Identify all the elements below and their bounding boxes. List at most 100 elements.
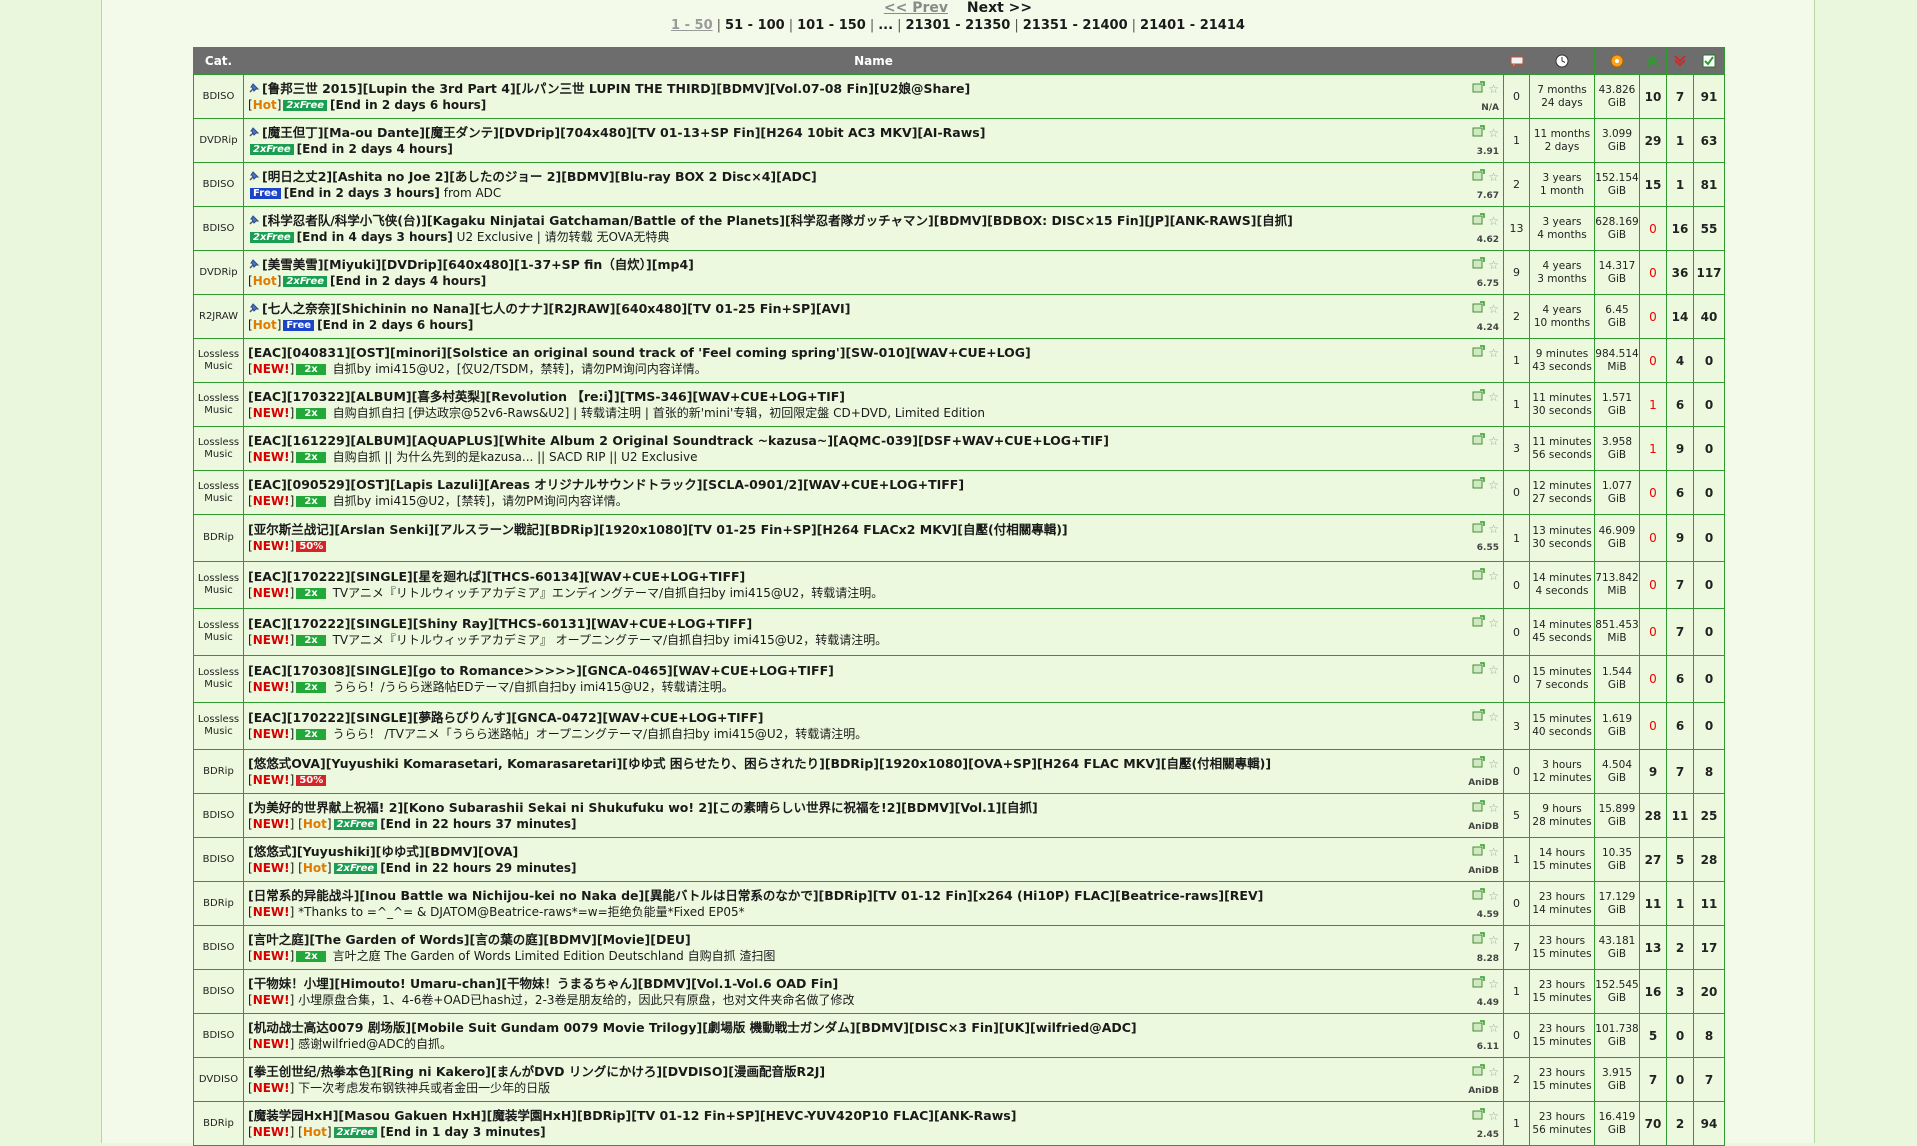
leechers-count[interactable]: 9 [1666, 514, 1694, 562]
comments-count[interactable]: 1 [1503, 1101, 1530, 1146]
torrent-title-link[interactable]: [鲁邦三世 2015][Lupin the 3rd Part 4][ルパン三世 … [262, 81, 970, 96]
category-label[interactable]: BDISO [193, 1013, 244, 1058]
comments-count[interactable]: 3 [1503, 426, 1530, 471]
seeders-count[interactable]: 1 [1639, 382, 1667, 427]
category-label[interactable]: Lossless Music [193, 655, 244, 703]
category-label[interactable]: DVDRip [193, 118, 244, 163]
page-link[interactable]: 101 - 150 [797, 18, 866, 33]
category-label[interactable]: BDISO [193, 162, 244, 207]
torrent-title-link[interactable]: [EAC][170222][SINGLE][夢路らびりんす][GNCA-0472… [248, 710, 763, 725]
torrent-title-link[interactable]: [EAC][170308][SINGLE][go to Romance>>>>>… [248, 663, 834, 678]
page-link[interactable]: 21351 - 21400 [1023, 18, 1128, 33]
seeders-count[interactable]: 70 [1639, 1101, 1667, 1146]
category-label[interactable]: R2JRAW [193, 294, 244, 339]
rating-score[interactable]: 4.62 [1463, 235, 1499, 245]
download-icon[interactable] [1472, 213, 1486, 227]
category-label[interactable]: BDRip [193, 514, 244, 562]
category-label[interactable]: Lossless Music [193, 338, 244, 383]
bookmark-star-icon[interactable]: ☆ [1488, 259, 1499, 271]
bookmark-star-icon[interactable]: ☆ [1488, 890, 1499, 902]
completed-count[interactable]: 0 [1693, 702, 1725, 750]
seeders-count[interactable]: 9 [1639, 749, 1667, 794]
rating-score[interactable]: AniDB [1463, 778, 1499, 788]
completed-count[interactable]: 0 [1693, 514, 1725, 562]
leechers-count[interactable]: 2 [1666, 1101, 1694, 1146]
seeders-count[interactable]: 0 [1639, 655, 1667, 703]
torrent-title-link[interactable]: [EAC][040831][OST][minori][Solstice an o… [248, 345, 1031, 360]
comments-count[interactable]: 0 [1503, 881, 1530, 926]
bookmark-star-icon[interactable]: ☆ [1488, 664, 1499, 676]
comments-count[interactable]: 0 [1503, 749, 1530, 794]
comments-count[interactable]: 2 [1503, 294, 1530, 339]
leechers-count[interactable]: 14 [1666, 294, 1694, 339]
comments-count[interactable]: 1 [1503, 382, 1530, 427]
rating-score[interactable]: 6.75 [1463, 279, 1499, 289]
completed-count[interactable]: 8 [1693, 1013, 1725, 1058]
comments-count[interactable]: 1 [1503, 118, 1530, 163]
completed-count[interactable]: 55 [1693, 206, 1725, 251]
comments-count[interactable]: 0 [1503, 655, 1530, 703]
torrent-title-link[interactable]: [美雪美雪][Miyuki][DVDrip][640x480][1-37+SP … [262, 257, 694, 272]
bookmark-star-icon[interactable]: ☆ [1488, 711, 1499, 723]
bookmark-star-icon[interactable]: ☆ [1488, 758, 1499, 770]
seeders-count[interactable]: 0 [1639, 250, 1667, 295]
category-label[interactable]: Lossless Music [193, 608, 244, 656]
download-icon[interactable] [1472, 521, 1486, 535]
torrent-title-link[interactable]: [日常系的异能战斗][Inou Battle wa Nichijou-kei n… [248, 888, 1263, 903]
category-label[interactable]: BDRip [193, 881, 244, 926]
seeders-count[interactable]: 29 [1639, 118, 1667, 163]
leechers-count[interactable]: 6 [1666, 470, 1694, 515]
category-label[interactable]: BDISO [193, 206, 244, 251]
torrent-title-link[interactable]: [言叶之庭][The Garden of Words][言の葉の庭][BDMV]… [248, 932, 691, 947]
rating-score[interactable]: 6.11 [1463, 1042, 1499, 1052]
leechers-count[interactable]: 36 [1666, 250, 1694, 295]
download-icon[interactable] [1472, 345, 1486, 359]
bookmark-star-icon[interactable]: ☆ [1488, 347, 1499, 359]
completed-count[interactable]: 20 [1693, 969, 1725, 1014]
col-time[interactable] [1529, 47, 1595, 75]
download-icon[interactable] [1472, 389, 1486, 403]
seeders-count[interactable]: 13 [1639, 925, 1667, 970]
leechers-count[interactable]: 6 [1666, 382, 1694, 427]
completed-count[interactable]: 8 [1693, 749, 1725, 794]
comments-count[interactable]: 0 [1503, 608, 1530, 656]
leechers-count[interactable]: 16 [1666, 206, 1694, 251]
completed-count[interactable]: 7 [1693, 1057, 1725, 1102]
completed-count[interactable]: 0 [1693, 338, 1725, 383]
bookmark-star-icon[interactable]: ☆ [1488, 303, 1499, 315]
bookmark-star-icon[interactable]: ☆ [1488, 1066, 1499, 1078]
torrent-title-link[interactable]: [拳王创世纪/热拳本色][Ring ni Kakero][まんがDVD リングに… [248, 1064, 825, 1079]
comments-count[interactable]: 3 [1503, 702, 1530, 750]
page-link[interactable]: 21401 - 21414 [1140, 18, 1245, 33]
leechers-count[interactable]: 1 [1666, 118, 1694, 163]
download-icon[interactable] [1472, 81, 1486, 95]
leechers-count[interactable]: 7 [1666, 749, 1694, 794]
rating-score[interactable]: AniDB [1463, 822, 1499, 832]
page-link[interactable]: 21301 - 21350 [905, 18, 1010, 33]
torrent-title-link[interactable]: [EAC][090529][OST][Lapis Lazuli][Areas オ… [248, 477, 964, 492]
seeders-count[interactable]: 7 [1639, 1057, 1667, 1102]
download-icon[interactable] [1472, 1108, 1486, 1122]
comments-count[interactable]: 13 [1503, 206, 1530, 251]
bookmark-star-icon[interactable]: ☆ [1488, 171, 1499, 183]
comments-count[interactable]: 2 [1503, 162, 1530, 207]
bookmark-star-icon[interactable]: ☆ [1488, 978, 1499, 990]
torrent-title-link[interactable]: [EAC][170222][SINGLE][Shiny Ray][THCS-60… [248, 616, 752, 631]
seeders-count[interactable]: 15 [1639, 162, 1667, 207]
bookmark-star-icon[interactable]: ☆ [1488, 617, 1499, 629]
seeders-count[interactable]: 0 [1639, 561, 1667, 609]
torrent-title-link[interactable]: [亚尔斯兰战记][Arslan Senki][アルスラーン戦記][BDRip][… [248, 522, 1068, 537]
leechers-count[interactable]: 7 [1666, 74, 1694, 119]
category-label[interactable]: Lossless Music [193, 426, 244, 471]
category-label[interactable]: BDISO [193, 925, 244, 970]
comments-count[interactable]: 1 [1503, 969, 1530, 1014]
leechers-count[interactable]: 11 [1666, 793, 1694, 838]
leechers-count[interactable]: 9 [1666, 426, 1694, 471]
torrent-title-link[interactable]: [EAC][161229][ALBUM][AQUAPLUS][White Alb… [248, 433, 1109, 448]
comments-count[interactable]: 0 [1503, 470, 1530, 515]
bookmark-star-icon[interactable]: ☆ [1488, 215, 1499, 227]
col-name[interactable]: Name [243, 47, 1504, 75]
rating-score[interactable]: 8.28 [1463, 954, 1499, 964]
category-label[interactable]: BDISO [193, 837, 244, 882]
completed-count[interactable]: 0 [1693, 655, 1725, 703]
